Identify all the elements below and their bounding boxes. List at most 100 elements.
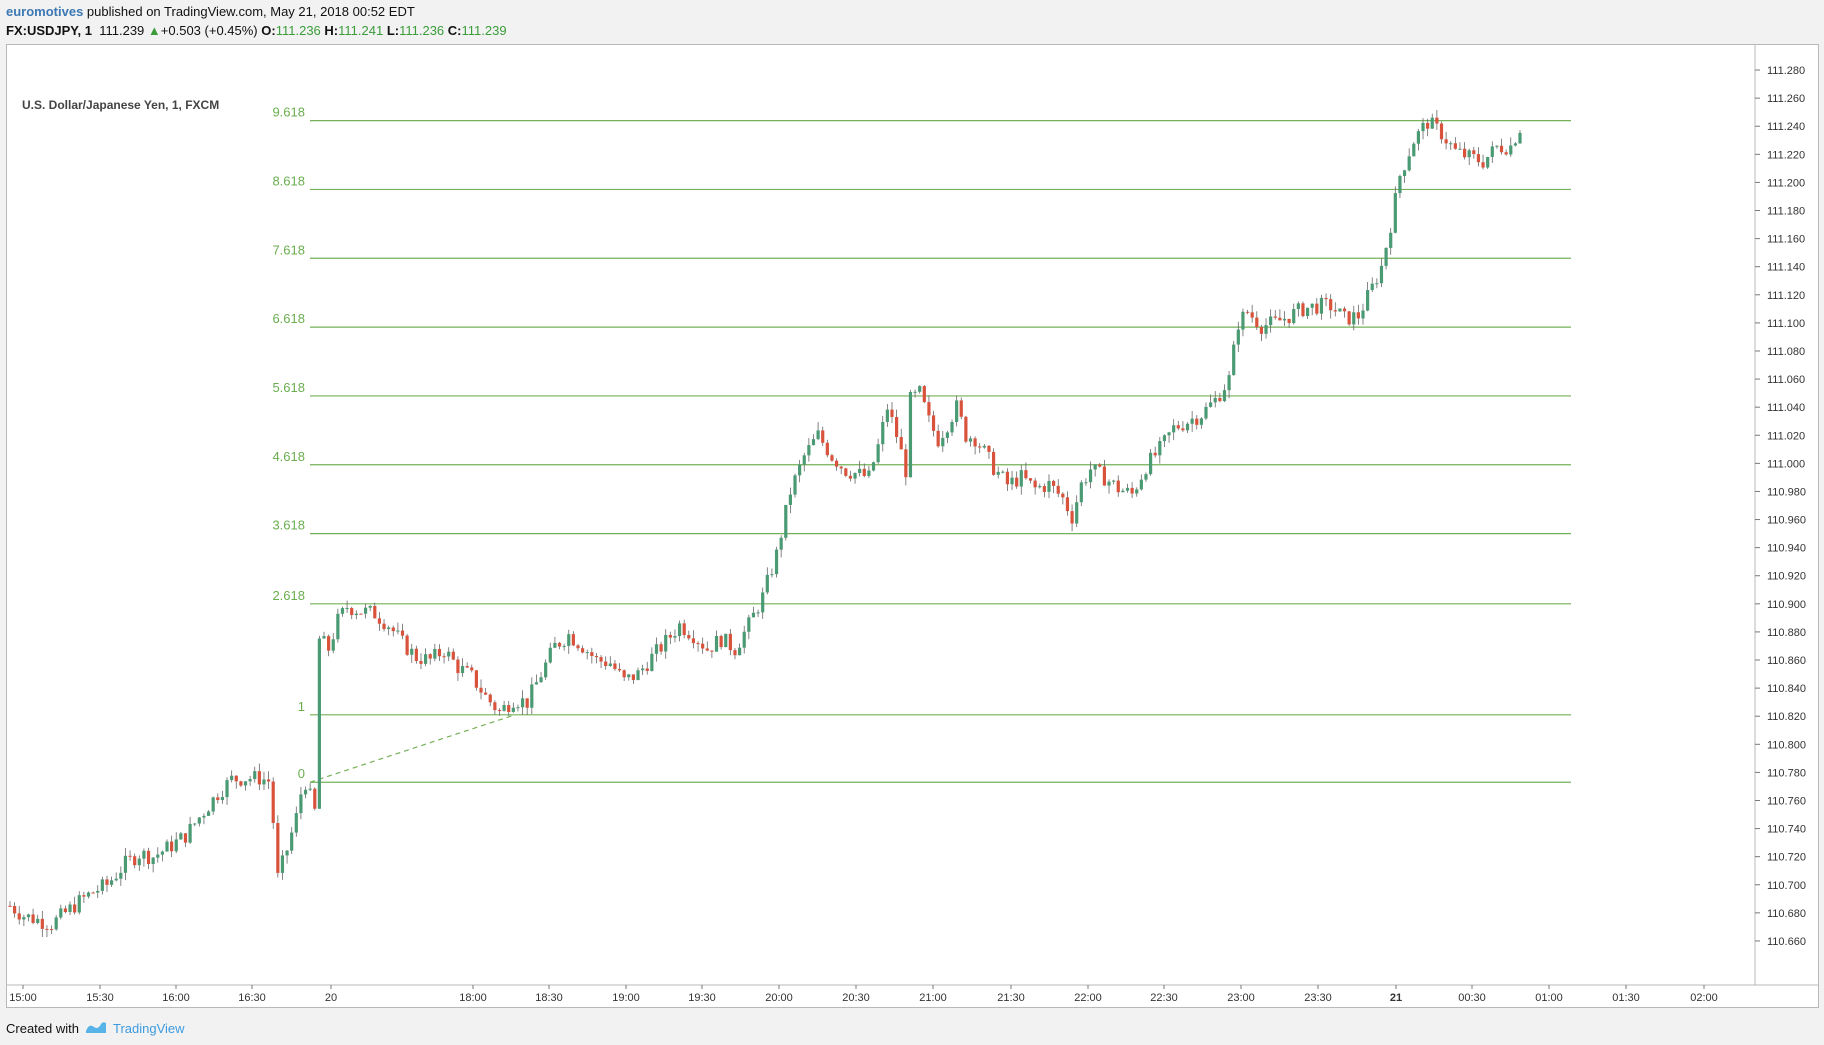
candle-body (908, 391, 913, 478)
candles (8, 109, 1522, 938)
candle-body (156, 854, 160, 858)
candle-body (1421, 122, 1425, 132)
candle-body (996, 471, 1000, 475)
candle-body (516, 707, 520, 709)
candle-body (520, 698, 525, 708)
candle-body (1181, 428, 1185, 431)
candle-body (1144, 474, 1148, 480)
candle-body (751, 612, 756, 618)
candle-body (1232, 344, 1236, 376)
candle-body (377, 618, 382, 624)
fib-trend-line[interactable] (309, 714, 516, 783)
candle-body (802, 455, 806, 465)
time-tick-label: 16:30 (238, 992, 266, 1004)
candle-body (1061, 493, 1065, 498)
candle-body (1462, 148, 1467, 158)
price-tick-label: 111.260 (1767, 93, 1805, 105)
candle-body (604, 661, 608, 667)
candle-body (631, 674, 635, 681)
price-tick-label: 110.920 (1767, 571, 1806, 583)
candle-body (1319, 297, 1324, 314)
candle-body (484, 692, 488, 695)
candle-body (17, 913, 21, 920)
candle-body (641, 668, 645, 671)
candle-body (8, 905, 12, 907)
candle-body (1495, 145, 1499, 147)
candle-body (36, 918, 40, 923)
candle-body (941, 437, 945, 447)
candle-body (350, 608, 354, 616)
candle-body (1375, 283, 1379, 285)
candle-body (553, 642, 557, 648)
fib-level-label: 5.618 (272, 380, 305, 395)
series-legend: U.S. Dollar/Japanese Yen, 1, FXCM (22, 98, 220, 112)
candle-body (345, 608, 349, 610)
candle-body (1278, 317, 1282, 321)
candle-body (230, 775, 234, 781)
candle-body (982, 445, 986, 448)
candle-body (211, 797, 215, 812)
candle-body (853, 473, 857, 479)
symbol-label: FX:USDJPY, 1 (6, 23, 92, 38)
candle-body (1250, 312, 1254, 318)
candle-body (895, 416, 899, 438)
candle-body (1088, 469, 1093, 483)
close-value: 111.239 (461, 23, 507, 38)
candle-body (262, 779, 266, 785)
chart-panel[interactable]: 0 1 2.618 3.618 4.618 5.618 6.618 7.618 8.618 9.6… (6, 44, 1819, 1008)
candle-body (433, 648, 437, 659)
author-link[interactable]: euromotives (6, 4, 83, 19)
candle-body (1121, 490, 1125, 493)
candle-body (677, 623, 682, 637)
candle-body (1102, 466, 1107, 486)
candle-body (765, 574, 769, 593)
candle-body (1135, 489, 1139, 494)
candle-body (1162, 435, 1167, 442)
candle-body (91, 892, 95, 894)
candle-body (179, 833, 183, 840)
candle-body (68, 904, 72, 913)
time-tick-label: 02:00 (1690, 992, 1718, 1004)
candle-body (867, 470, 871, 476)
candle-body (1407, 156, 1411, 171)
candle-body (557, 642, 562, 647)
fib-level-label: 8.618 (272, 173, 305, 188)
candle-body (253, 771, 257, 780)
candle-body (294, 813, 298, 833)
candle-body (784, 504, 788, 538)
candle-body (1356, 312, 1360, 319)
candle-body (322, 636, 326, 639)
candle-body (151, 857, 155, 865)
candle-body (1056, 485, 1060, 494)
price-tick-label: 111.240 (1767, 121, 1805, 133)
candle-body (599, 657, 603, 662)
candle-body (1296, 303, 1300, 309)
candle-body (728, 633, 732, 651)
candle-body (1426, 122, 1430, 129)
candle-body (770, 574, 774, 576)
tradingview-brand-link[interactable]: TradingView (113, 1021, 185, 1036)
candle-body (188, 823, 192, 843)
candle-body (354, 613, 358, 616)
candle-body (59, 908, 63, 918)
candle-body (1084, 482, 1088, 484)
symbol-quote-line: FX:USDJPY, 1 111.239 ▲+0.503 (+0.45%) O:… (6, 21, 1806, 40)
candle-body (1398, 175, 1402, 194)
price-tick-label: 110.840 (1767, 683, 1806, 695)
candlestick-chart[interactable]: 0 1 2.618 3.618 4.618 5.618 6.618 7.618 8.618 9.6… (7, 45, 1818, 1007)
candle-body (451, 651, 455, 660)
candle-body (1033, 480, 1037, 488)
candle-body (899, 437, 903, 450)
price-tick-label: 111.220 (1767, 149, 1805, 161)
price-tick-label: 110.720 (1767, 852, 1806, 864)
candle-body (1167, 432, 1171, 436)
tradingview-logo-icon[interactable] (85, 1020, 107, 1037)
candle-body (49, 929, 54, 931)
candle-body (299, 794, 303, 814)
candle-body (931, 415, 936, 431)
candle-body (1042, 486, 1046, 492)
candle-body (225, 780, 229, 798)
candle-body (1028, 478, 1033, 481)
candle-body (622, 670, 626, 678)
candle-body (1038, 486, 1042, 488)
